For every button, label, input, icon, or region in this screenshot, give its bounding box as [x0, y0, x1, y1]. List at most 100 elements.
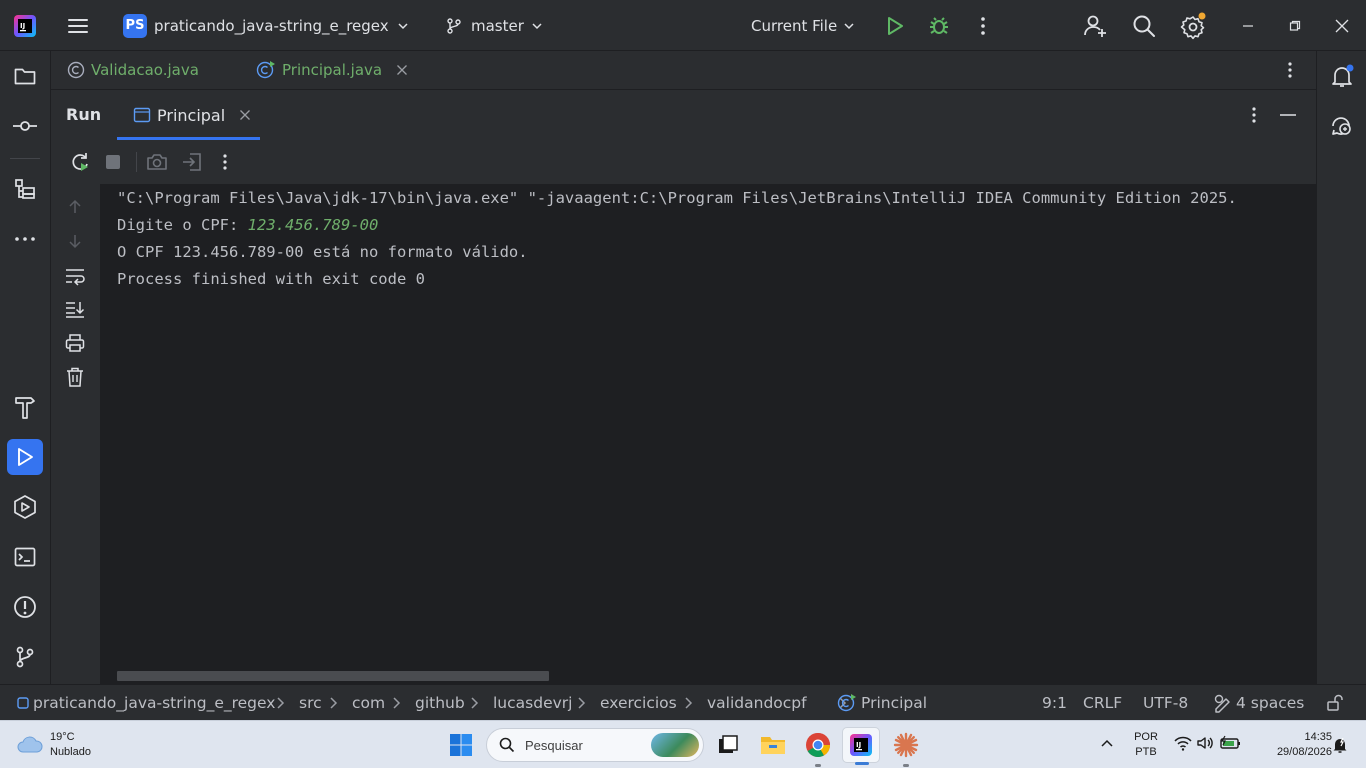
notification-center-button[interactable] — [1332, 736, 1348, 754]
editor-tab-principal[interactable]: Principal.java — [256, 51, 408, 89]
chevron-up-icon — [1101, 739, 1113, 747]
horizontal-scrollbar[interactable] — [117, 671, 549, 681]
task-view-button[interactable] — [709, 727, 747, 763]
terminal-tool-button[interactable] — [7, 539, 43, 575]
language-indicator[interactable]: POR PTB — [1128, 730, 1164, 760]
rerun-button[interactable] — [68, 150, 92, 174]
scroll-up-button[interactable] — [63, 195, 87, 219]
left-tool-strip — [0, 51, 51, 684]
editor-tabs-more-button[interactable] — [1278, 58, 1302, 82]
close-icon[interactable] — [239, 109, 251, 121]
weather-widget[interactable]: 19°C Nublado — [16, 730, 91, 760]
taskbar-search[interactable]: Pesquisar — [486, 728, 704, 762]
claude-button[interactable] — [887, 727, 925, 767]
more-tools-button[interactable] — [7, 221, 43, 257]
problems-tool-button[interactable] — [7, 589, 43, 625]
structure-tool-button[interactable] — [7, 171, 43, 207]
claude-icon — [893, 732, 919, 758]
file-explorer-button[interactable] — [754, 727, 792, 763]
system-tray-status[interactable] — [1174, 735, 1242, 751]
breadcrumb-item[interactable]: lucasdevrj — [493, 685, 572, 721]
more-actions-button[interactable] — [971, 0, 995, 51]
toolbar-more-button[interactable] — [213, 150, 237, 174]
start-button[interactable] — [442, 727, 480, 763]
read-only-toggle[interactable] — [1326, 685, 1344, 721]
chevron-down-icon — [532, 22, 542, 29]
minimize-button[interactable] — [1225, 0, 1271, 51]
line-ending[interactable]: CRLF — [1083, 685, 1122, 721]
user-input-text: 123.456.789-00 — [247, 216, 379, 234]
print-button[interactable] — [63, 331, 87, 355]
restore-button[interactable] — [1272, 0, 1318, 51]
task-view-icon — [719, 735, 738, 753]
project-selector[interactable]: PS praticando_java-string_e_regex — [123, 0, 411, 51]
git-tool-button[interactable] — [7, 639, 43, 675]
breadcrumb-item[interactable]: validandocpf — [707, 685, 807, 721]
editor-tab-validacao[interactable]: Validacao.java — [67, 51, 199, 89]
commit-icon — [13, 121, 37, 131]
running-indicator — [903, 764, 909, 767]
chevron-down-icon — [398, 22, 408, 29]
console-line-prompt: Digite o CPF: 123.456.789-00 — [117, 216, 378, 234]
branch-selector[interactable]: master — [445, 0, 545, 51]
stop-button[interactable] — [101, 150, 125, 174]
run-options-button[interactable] — [1242, 103, 1266, 127]
search-placeholder: Pesquisar — [525, 737, 583, 753]
breadcrumb-item[interactable]: src — [299, 685, 322, 721]
run-tab-principal[interactable]: Principal — [117, 90, 260, 140]
dump-threads-button[interactable] — [145, 150, 169, 174]
breadcrumb-item[interactable]: exercicios — [600, 685, 677, 721]
breadcrumb-item[interactable]: praticando_java-string_e_regex — [33, 685, 275, 721]
scroll-down-button[interactable] — [63, 229, 87, 253]
show-hidden-icons-button[interactable] — [1098, 735, 1116, 753]
clear-all-button[interactable] — [63, 365, 87, 389]
build-tool-button[interactable] — [7, 389, 43, 425]
close-icon[interactable] — [396, 64, 408, 76]
intellij-taskbar-button[interactable]: IJ — [842, 727, 880, 765]
services-tool-button[interactable] — [7, 489, 43, 525]
hide-panel-button[interactable] — [1276, 103, 1300, 127]
commit-tool-button[interactable] — [7, 108, 43, 144]
add-user-button[interactable] — [1082, 0, 1108, 51]
more-vertical-icon — [1252, 107, 1256, 123]
notifications-button[interactable] — [1324, 58, 1360, 94]
java-runnable-class-icon — [837, 685, 857, 721]
breadcrumb-separator-icon — [391, 685, 403, 721]
search-button[interactable] — [1131, 0, 1157, 51]
chrome-icon — [806, 733, 830, 758]
settings-button[interactable] — [1180, 0, 1208, 51]
ai-assistant-button[interactable] — [1324, 108, 1360, 144]
console-gutter — [51, 184, 100, 684]
close-icon — [1335, 19, 1349, 32]
gear-icon — [1180, 12, 1206, 39]
exit-icon — [183, 153, 201, 171]
file-encoding[interactable]: UTF-8 — [1143, 685, 1188, 721]
intellij-logo-icon[interactable]: IJ — [13, 0, 37, 51]
run-button[interactable] — [883, 0, 907, 51]
chrome-button[interactable] — [799, 727, 837, 767]
more-horizontal-icon — [15, 237, 35, 241]
breadcrumb-item[interactable]: com — [352, 685, 385, 721]
right-tool-strip — [1316, 51, 1366, 684]
project-tool-button[interactable] — [7, 58, 43, 94]
run-config-selector[interactable]: Current File — [751, 0, 857, 51]
console-output[interactable]: "C:\Program Files\Java\jdk-17\bin\java.e… — [100, 184, 1316, 684]
clock[interactable]: 14:35 29/08/2026 — [1252, 730, 1332, 760]
clock-time: 14:35 — [1304, 731, 1332, 743]
git-branch-icon — [447, 17, 461, 34]
scroll-to-end-button[interactable] — [63, 297, 87, 321]
run-tool-button[interactable] — [7, 439, 43, 475]
breadcrumb-item[interactable]: github — [415, 685, 465, 721]
debug-button[interactable] — [927, 0, 951, 51]
indent-setting[interactable]: 4 spaces — [1212, 685, 1304, 721]
play-icon — [888, 16, 903, 35]
breadcrumb-item[interactable]: Principal — [861, 685, 927, 721]
git-branch-icon — [16, 646, 34, 668]
close-button[interactable] — [1319, 0, 1365, 51]
caret-position[interactable]: 9:1 — [1042, 685, 1067, 721]
services-icon — [14, 495, 36, 519]
soft-wrap-button[interactable] — [63, 264, 87, 288]
exit-button[interactable] — [180, 150, 204, 174]
more-vertical-icon — [1288, 62, 1292, 78]
main-menu-icon[interactable] — [66, 0, 90, 51]
